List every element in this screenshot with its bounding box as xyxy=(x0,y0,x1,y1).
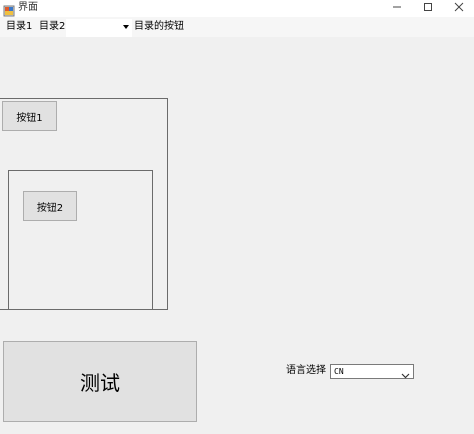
language-select-value: CN xyxy=(334,367,344,376)
maximize-icon xyxy=(423,2,433,15)
app-icon xyxy=(3,2,15,17)
menu-item-1[interactable]: 目录1 xyxy=(2,17,36,37)
maximize-button[interactable] xyxy=(413,0,443,16)
minimize-icon xyxy=(392,2,402,15)
button-1[interactable]: 按钮1 xyxy=(2,101,57,131)
chevron-down-icon xyxy=(400,366,411,379)
close-button[interactable] xyxy=(444,0,474,16)
close-icon xyxy=(454,2,464,15)
test-button[interactable]: 测试 xyxy=(3,341,197,422)
language-label: 语言选择 xyxy=(286,365,326,376)
language-select[interactable]: CN xyxy=(330,364,414,379)
window-title: 界面 xyxy=(18,2,38,13)
menu-combobox[interactable] xyxy=(66,19,132,37)
button-2[interactable]: 按钮2 xyxy=(23,191,77,221)
menu-bar: 目录1 目录2 目录的按钮 xyxy=(0,17,474,37)
dropdown-arrow-icon xyxy=(123,25,129,29)
minimize-button[interactable] xyxy=(382,0,412,16)
title-bar: 界面 xyxy=(0,0,474,17)
menu-item-2[interactable]: 目录2 xyxy=(35,17,69,37)
menu-item-button[interactable]: 目录的按钮 xyxy=(130,17,188,37)
